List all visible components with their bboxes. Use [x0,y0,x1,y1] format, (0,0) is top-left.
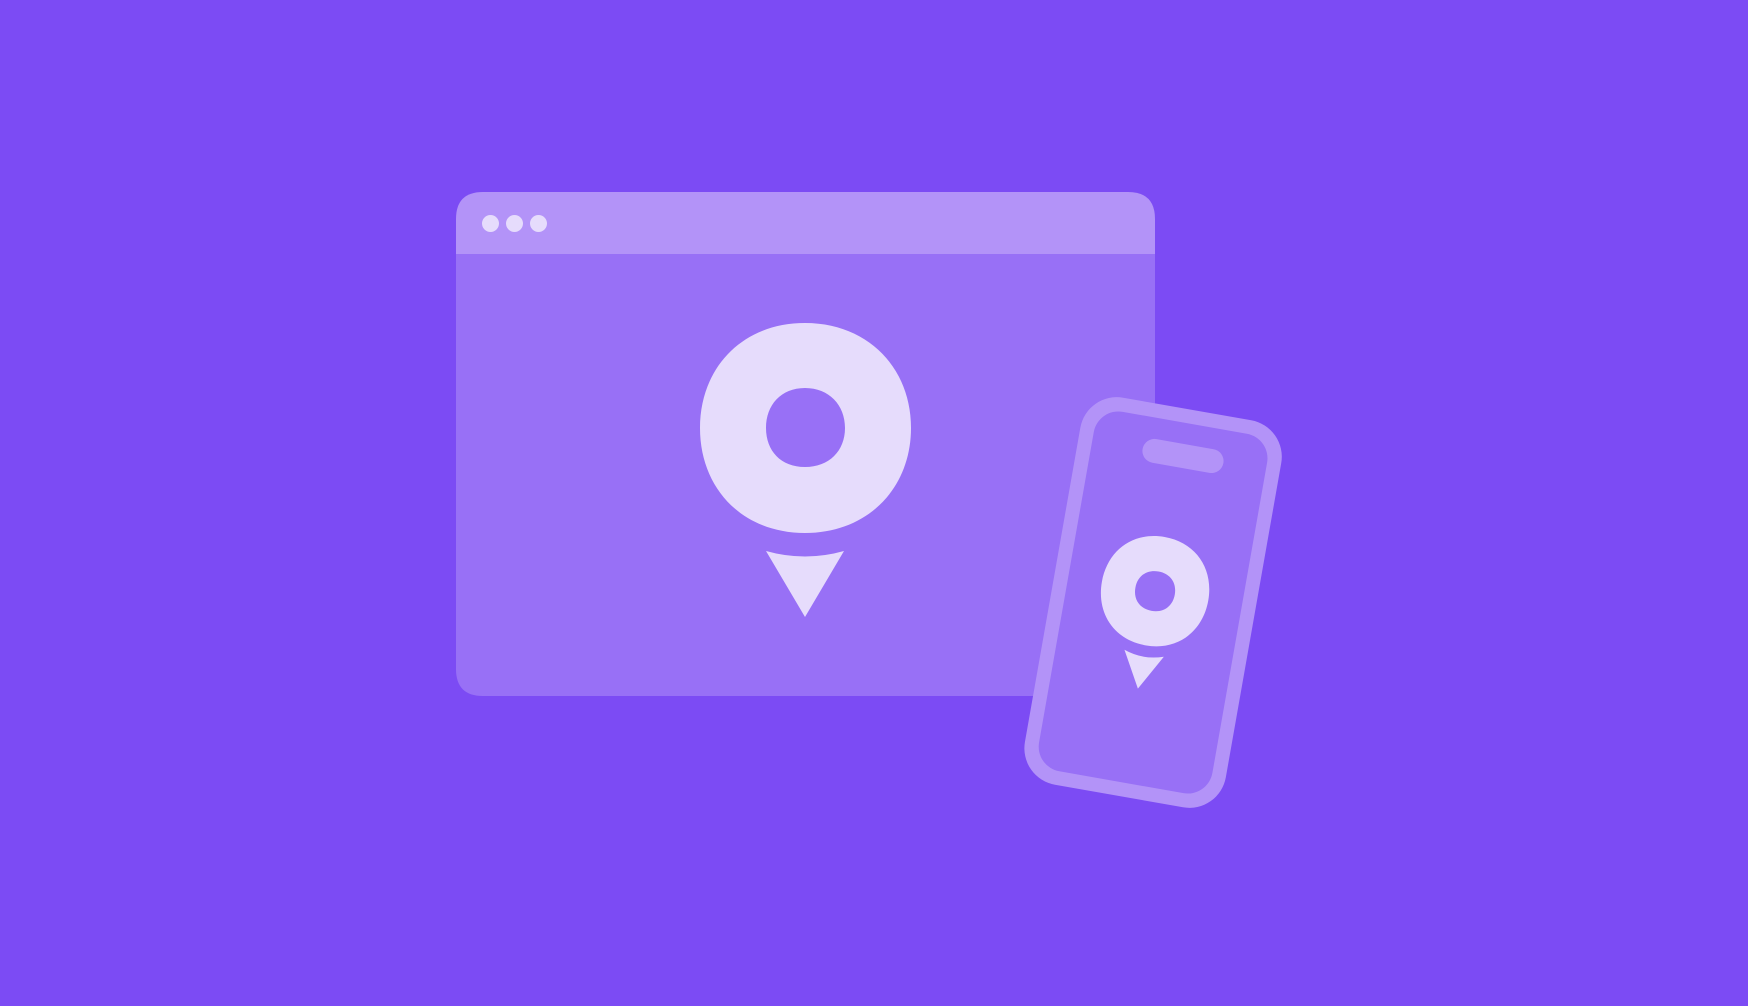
window-dot-icon [530,215,547,232]
illustration-canvas [0,0,1748,1006]
browser-titlebar [456,192,1155,254]
window-dot-icon [506,215,523,232]
illustration-svg [0,0,1748,1006]
window-dot-icon [482,215,499,232]
